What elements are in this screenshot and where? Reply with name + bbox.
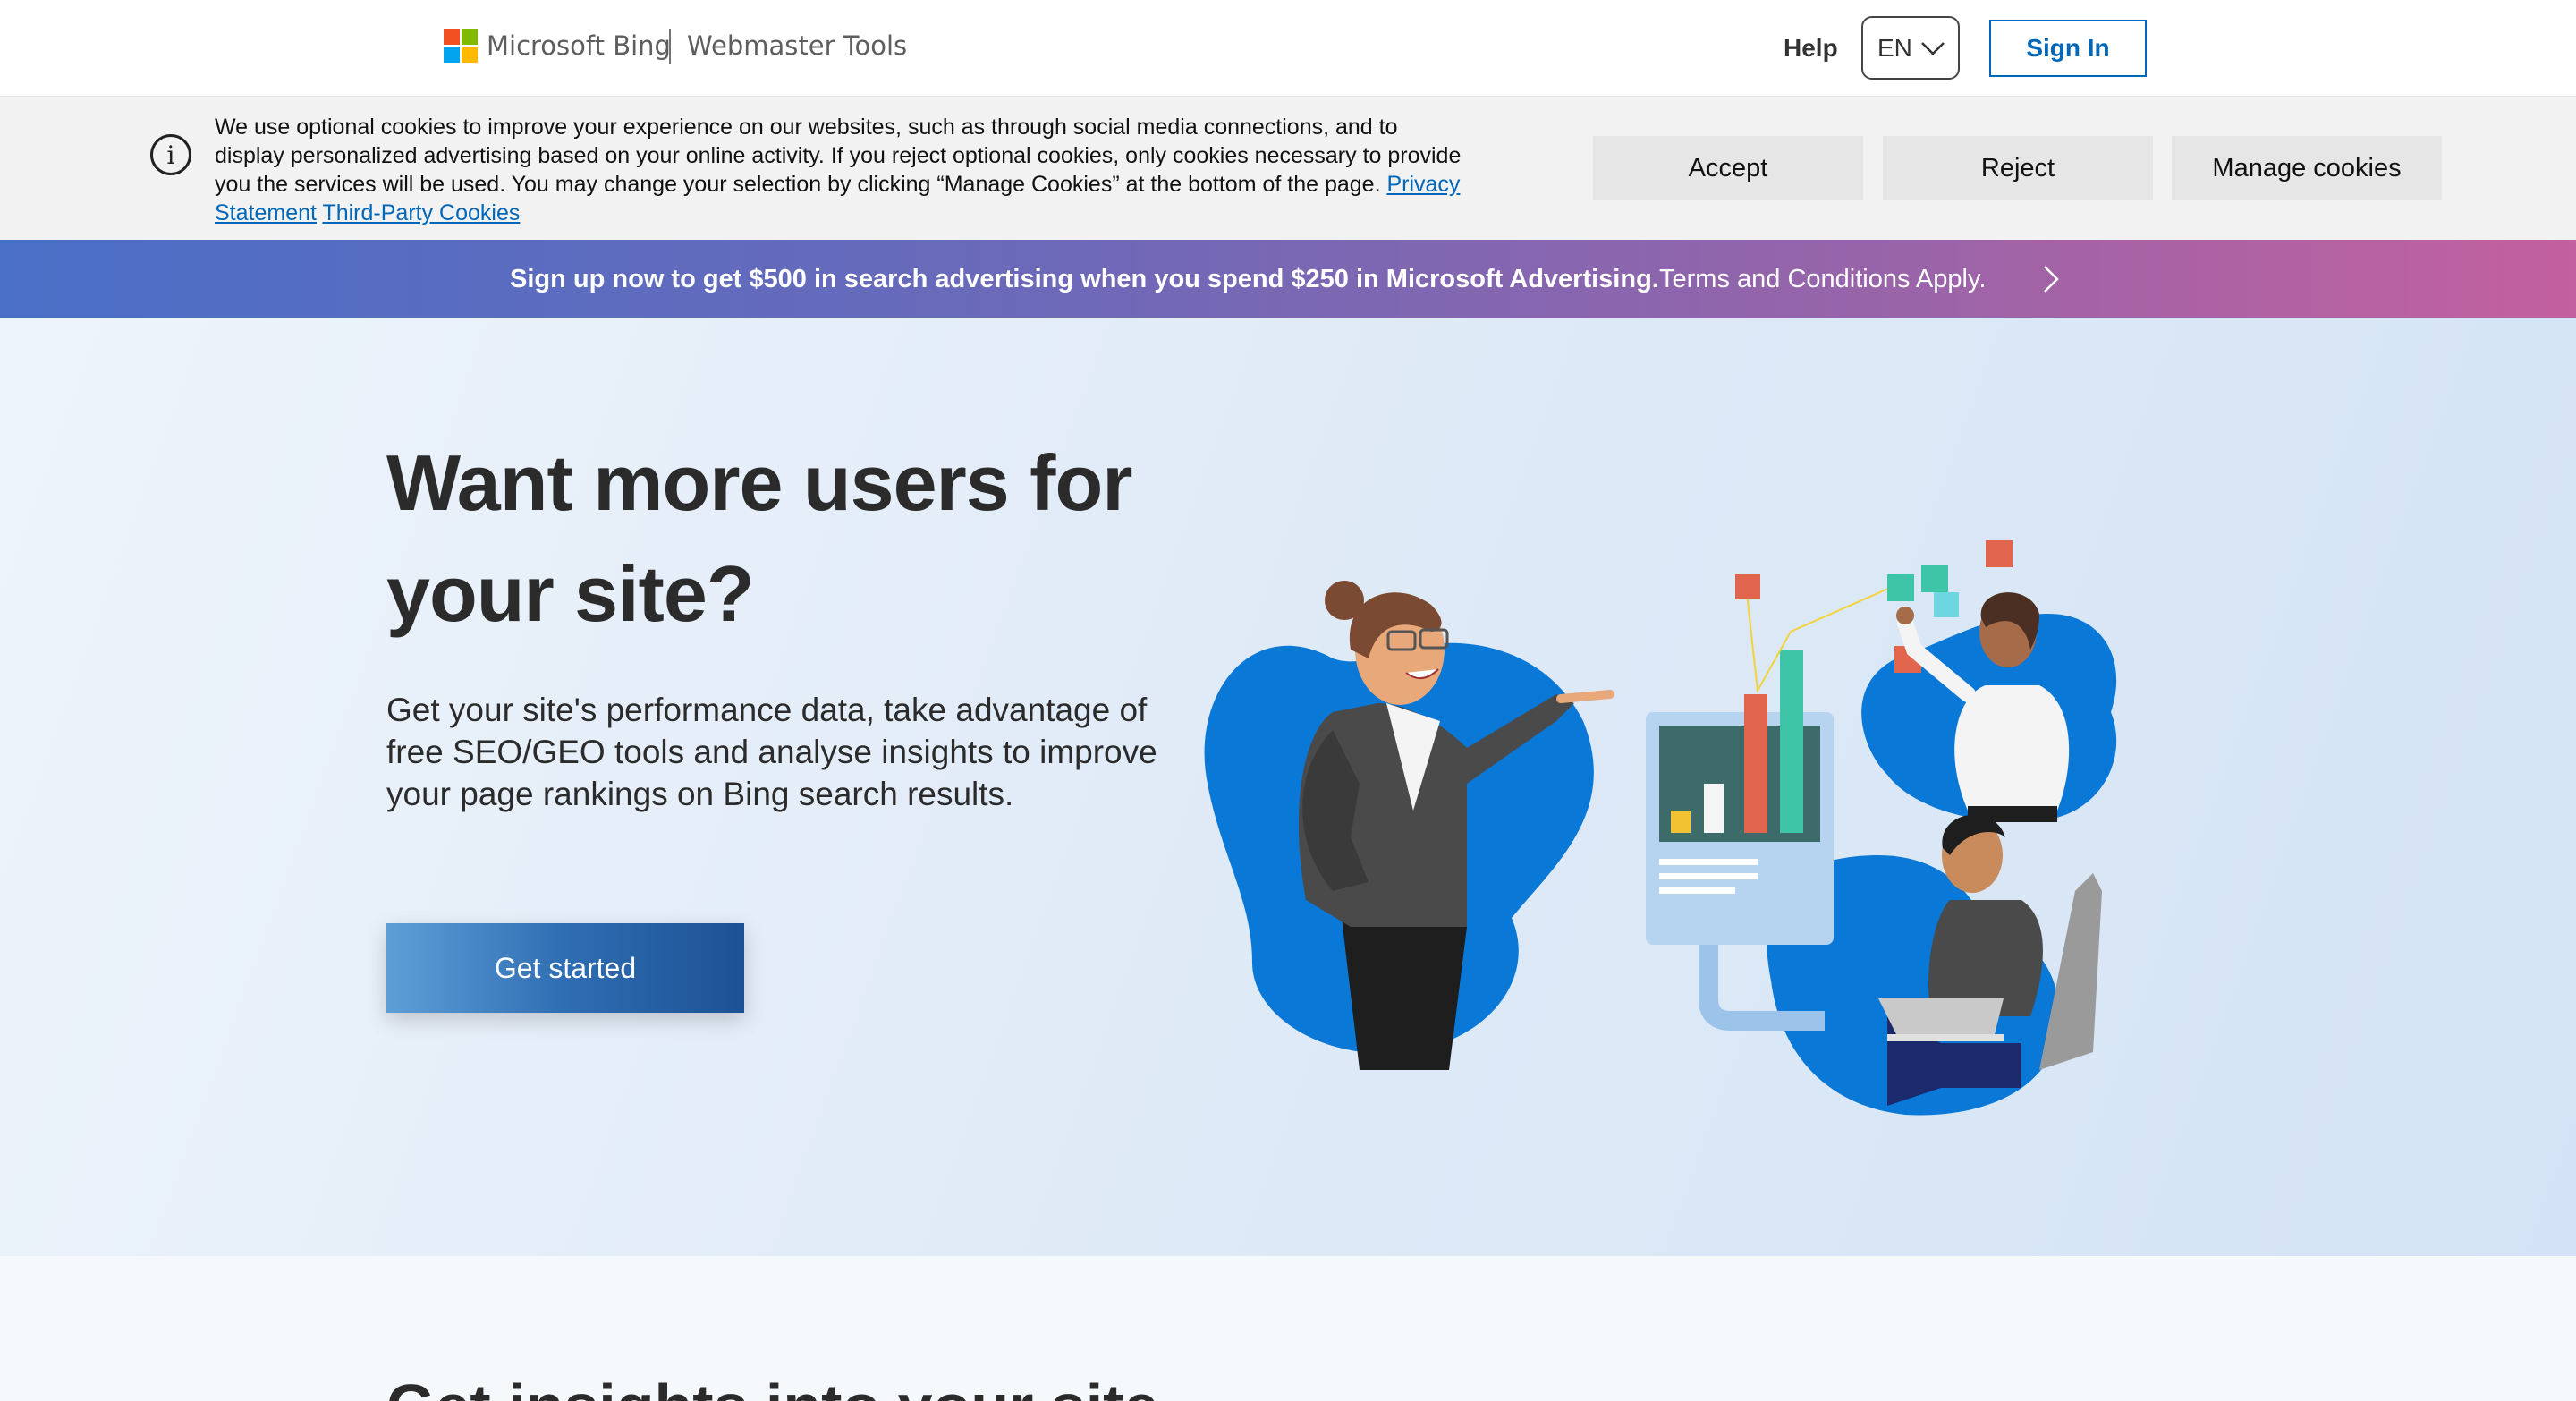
- bar-orange: [1744, 694, 1767, 833]
- square-teal-1: [1887, 574, 1914, 601]
- reject-cookies-button[interactable]: Reject: [1883, 136, 2153, 200]
- text-line-2: [1659, 873, 1758, 879]
- product-name[interactable]: Webmaster Tools: [687, 30, 907, 61]
- square-orange-1: [1735, 574, 1760, 599]
- manage-cookies-button[interactable]: Manage cookies: [2172, 136, 2442, 200]
- hero-section: Want more users for your site? Get your …: [0, 318, 2576, 1256]
- accept-cookies-button[interactable]: Accept: [1593, 136, 1863, 200]
- hero-illustration: [1204, 540, 2117, 1116]
- sign-in-button[interactable]: Sign In: [1989, 20, 2147, 77]
- bar-teal: [1780, 650, 1803, 833]
- insights-title: Get insights into your site: [386, 1371, 1158, 1401]
- cookie-message: We use optional cookies to improve your …: [215, 113, 1467, 227]
- chevron-right-icon[interactable]: [2038, 259, 2064, 299]
- language-selector[interactable]: EN: [1861, 16, 1960, 80]
- hero-title: Want more users for your site?: [386, 438, 1132, 638]
- text-line-1: [1659, 859, 1758, 865]
- cookie-banner: i We use optional cookies to improve you…: [0, 97, 2576, 240]
- brand-divider: [669, 29, 671, 64]
- cookie-text: We use optional cookies to improve your …: [215, 115, 1462, 197]
- text-line-3: [1659, 887, 1735, 894]
- promo-terms-link[interactable]: Terms and Conditions Apply.: [1659, 265, 1986, 294]
- third-party-cookies-link[interactable]: Third-Party Cookies: [322, 200, 520, 225]
- hero-subtitle: Get your site's performance data, take a…: [386, 692, 1157, 812]
- microsoft-logo-icon[interactable]: [444, 29, 478, 63]
- info-icon: i: [150, 134, 191, 175]
- get-started-button[interactable]: Get started: [386, 923, 744, 1013]
- language-label: EN: [1877, 33, 1912, 62]
- promo-text: Sign up now to get $500 in search advert…: [510, 265, 1659, 293]
- promo-banner[interactable]: Sign up now to get $500 in search advert…: [0, 240, 2576, 318]
- brand-name[interactable]: Microsoft Bing: [487, 30, 671, 61]
- bar-yellow: [1671, 811, 1690, 833]
- square-orange-2: [1986, 540, 2012, 567]
- square-teal-3: [1934, 592, 1959, 617]
- data-connection-line: [1745, 584, 1897, 694]
- insights-section: Get insights into your site: [0, 1256, 2576, 1401]
- chevron-down-icon: [1921, 41, 1945, 55]
- help-link[interactable]: Help: [1784, 34, 1838, 63]
- bar-white: [1704, 784, 1724, 833]
- square-teal-2: [1921, 565, 1948, 592]
- top-header: Microsoft Bing Webmaster Tools Help EN S…: [0, 0, 2576, 97]
